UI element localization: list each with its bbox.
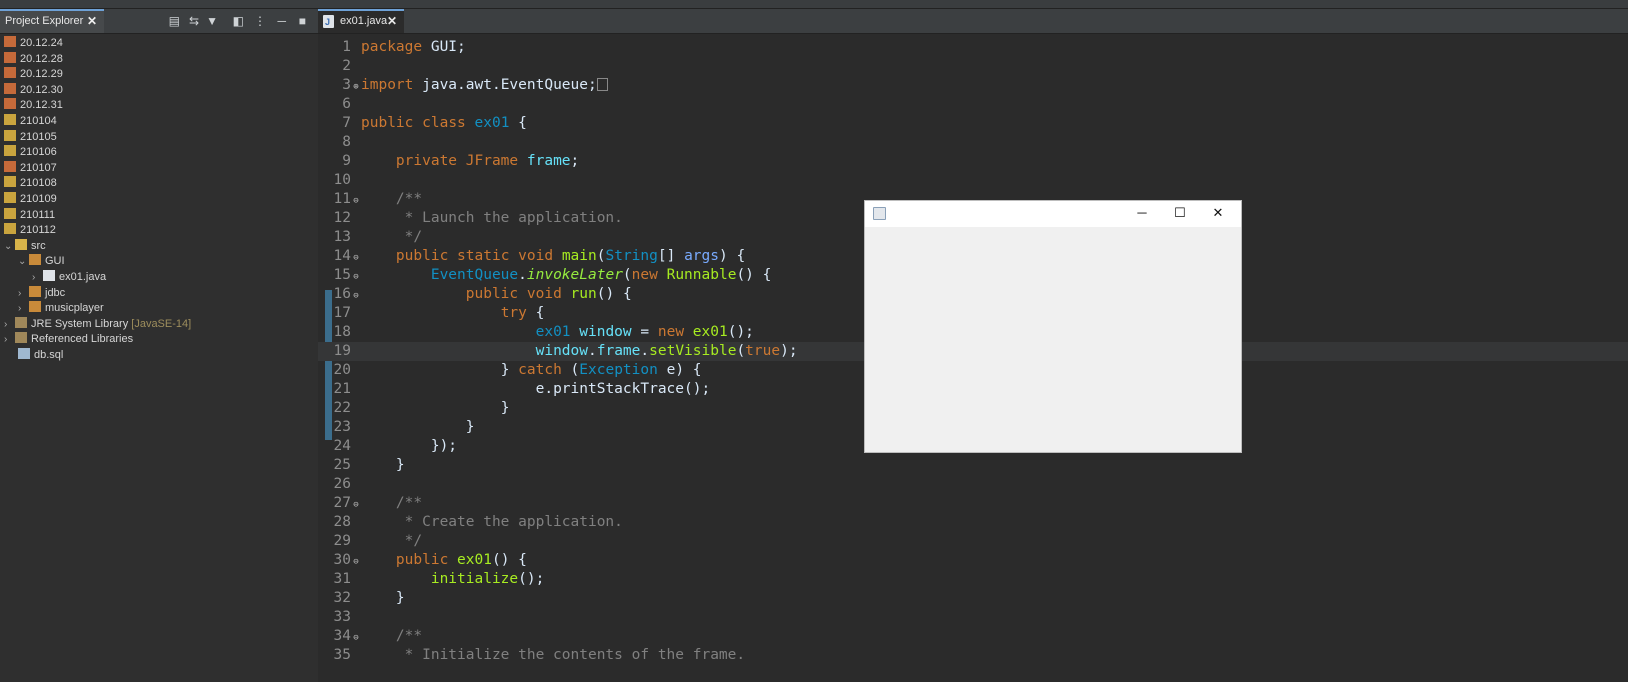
close-button[interactable]: ✕ <box>1199 201 1237 225</box>
chevron-right-icon[interactable]: › <box>4 317 15 333</box>
code-line: 8 <box>342 134 351 150</box>
package-icon <box>29 285 41 297</box>
tab-ex01-java[interactable]: ex01.java ✕ <box>318 9 404 33</box>
package-icon <box>29 254 41 266</box>
tab-project-explorer[interactable]: Project Explorer ✕ <box>0 9 104 33</box>
project-icon <box>4 67 16 79</box>
source-folder-icon <box>15 238 27 250</box>
package-icon <box>29 301 41 313</box>
project-icon <box>4 192 16 203</box>
tree-item[interactable]: 210111 <box>4 207 55 223</box>
tree-item[interactable]: › ex01.java <box>32 269 106 285</box>
tree-item[interactable]: ⌄ GUI <box>18 253 65 269</box>
close-icon[interactable]: ✕ <box>87 11 97 31</box>
minimize-icon[interactable]: ─ <box>277 14 286 28</box>
project-icon <box>4 36 16 47</box>
chevron-right-icon[interactable]: › <box>32 270 43 286</box>
code-line: 34 ⊖ /** <box>333 628 423 644</box>
swing-app-window[interactable]: ─ ☐ ✕ <box>864 200 1242 453</box>
tree-item[interactable]: › jdbc <box>18 285 65 301</box>
editor-tab-label: ex01.java <box>340 15 388 27</box>
minimize-button[interactable]: ─ <box>1123 201 1161 225</box>
project-icon <box>4 98 16 110</box>
close-icon[interactable]: ✕ <box>387 11 397 31</box>
main-toolbar <box>0 0 1628 9</box>
tree-item[interactable]: 210108 <box>4 175 57 191</box>
maximize-icon[interactable]: ■ <box>299 14 306 28</box>
code-line: 33 <box>333 609 351 625</box>
focus-icon[interactable]: ◧ <box>233 14 244 28</box>
project-icon <box>4 223 16 235</box>
tree-item[interactable]: 210112 <box>4 222 56 238</box>
tree-item[interactable]: 20.12.30 <box>4 82 63 98</box>
project-icon <box>4 51 16 63</box>
chevron-down-icon[interactable]: ⌄ <box>4 239 15 255</box>
code-line: 2 <box>342 58 351 74</box>
code-line: 3 ⊕ import java.awt.EventQueue; <box>318 76 1628 95</box>
project-icon <box>4 176 16 188</box>
code-line: 32 } <box>333 590 405 606</box>
link-with-editor-icon[interactable]: ⇆ <box>189 14 199 28</box>
code-line: 30 ⊖ public ex01() { <box>333 552 527 568</box>
collapse-all-icon[interactable]: ▤ <box>169 14 180 28</box>
code-line: 9 private JFrame frame; <box>342 153 580 169</box>
code-line: 26 <box>333 476 351 492</box>
project-explorer-panel: Project Explorer ✕ ▤ ⇆ ▼ ◧ ⋮ ─ ■ 20.12.2… <box>0 9 327 682</box>
chevron-down-icon[interactable]: ⌄ <box>18 254 29 270</box>
project-explorer-tab-label: Project Explorer <box>5 15 84 27</box>
tree-item[interactable]: ⌄ src <box>4 238 46 254</box>
code-line: 31 initialize(); <box>333 571 545 587</box>
library-icon <box>15 316 27 328</box>
tree-item[interactable]: 20.12.24 <box>4 35 63 51</box>
chevron-right-icon[interactable]: › <box>18 301 29 317</box>
project-icon <box>4 145 16 157</box>
tree-item[interactable]: 210107 <box>4 160 57 176</box>
code-line: 25 } <box>333 457 405 473</box>
editor-tab-bar: ex01.java ✕ <box>318 9 1628 34</box>
code-line: 10 <box>333 172 351 188</box>
code-line: 6 <box>342 96 351 112</box>
code-line: 29 */ <box>333 533 423 549</box>
project-icon <box>4 160 16 172</box>
project-icon <box>4 207 16 219</box>
code-line: 7 public class ex01 { <box>342 115 527 131</box>
project-icon <box>4 129 16 141</box>
folded-code-icon[interactable] <box>596 78 608 91</box>
java-file-icon <box>323 12 334 32</box>
tree-item[interactable]: 20.12.29 <box>4 66 63 82</box>
code-line: 35 * Initialize the contents of the fram… <box>333 647 746 663</box>
view-menu-icon[interactable]: ⋮ <box>254 14 266 28</box>
tree-item[interactable]: › Referenced Libraries <box>4 331 133 347</box>
project-explorer-header: Project Explorer ✕ ▤ ⇆ ▼ ◧ ⋮ ─ ■ <box>0 9 326 34</box>
java-file-icon <box>43 270 55 281</box>
tree-item[interactable]: › JRE System Library [JavaSE-14] <box>4 316 191 332</box>
filter-icon[interactable]: ▼ <box>206 14 218 28</box>
tree-item[interactable]: 20.12.31 <box>4 97 63 113</box>
tree-item[interactable]: › musicplayer <box>18 300 104 316</box>
sql-file-icon <box>18 348 30 359</box>
tree-item[interactable]: 210106 <box>4 144 57 160</box>
swing-window-titlebar[interactable]: ─ ☐ ✕ <box>865 201 1241 227</box>
tree-item[interactable]: 20.12.28 <box>4 51 63 67</box>
library-icon <box>15 332 27 344</box>
project-icon <box>4 82 16 94</box>
code-line: 1 package GUI; <box>342 39 466 55</box>
tree-item[interactable]: db.sql <box>18 347 63 363</box>
chevron-right-icon[interactable]: › <box>18 286 29 302</box>
maximize-button[interactable]: ☐ <box>1161 201 1199 225</box>
tree-item[interactable]: 210104 <box>4 113 57 129</box>
project-icon <box>4 114 16 125</box>
tree-item[interactable]: 210105 <box>4 129 57 145</box>
code-line: 27 ⊖ /** <box>333 495 423 511</box>
java-cup-icon <box>873 207 886 220</box>
tree-item[interactable]: 210109 <box>4 191 57 207</box>
code-line: 28 * Create the application. <box>333 514 623 530</box>
chevron-right-icon[interactable]: › <box>4 332 15 348</box>
